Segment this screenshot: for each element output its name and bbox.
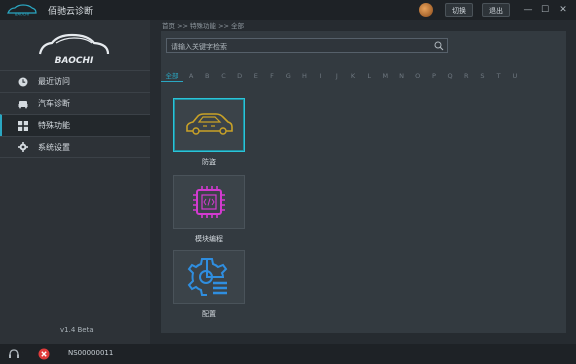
sidebar-item-label: 汽车诊断 <box>38 99 70 108</box>
app-title: 佰驰云诊断 <box>48 7 94 17</box>
breadcrumb: 首页 >> 特殊功能 >> 全部 <box>162 22 245 30</box>
filter-letter[interactable]: E <box>248 72 264 80</box>
filter-all[interactable]: 全部 <box>161 70 183 82</box>
app-logo-icon: BAOCHI <box>7 4 37 17</box>
filter-letter[interactable]: K <box>345 72 361 80</box>
sidebar-item-label: 最近访问 <box>38 77 70 86</box>
filter-letter[interactable]: D <box>232 72 248 80</box>
car-icon <box>186 113 233 135</box>
filter-letter[interactable]: N <box>393 72 409 80</box>
letter-filter-bar: 全部 A B C D E F G H I J K L M N O P Q R S… <box>161 69 566 83</box>
version-label: v1.4 Beta <box>60 326 94 334</box>
filter-letter[interactable]: U <box>507 72 523 80</box>
sidebar-item-special[interactable]: 特殊功能 <box>0 114 150 136</box>
chip-code-icon <box>193 186 225 218</box>
filter-letter[interactable]: T <box>491 72 507 80</box>
filter-letter[interactable]: C <box>215 72 231 80</box>
svg-text:BAOCHI: BAOCHI <box>15 13 29 17</box>
title-bar: BAOCHI 佰驰云诊断 切换 退出 — ☐ ✕ <box>0 0 576 20</box>
switch-button[interactable]: 切换 <box>445 3 473 17</box>
tile-label: 防盗 <box>202 158 216 166</box>
car-icon <box>18 100 28 108</box>
search-icon[interactable] <box>434 41 444 51</box>
headset-icon[interactable] <box>8 348 20 360</box>
tile-module-programming[interactable] <box>173 175 245 229</box>
filter-letter[interactable]: A <box>183 72 199 80</box>
disconnected-icon <box>38 348 50 360</box>
sidebar-item-label: 系统设置 <box>38 142 70 152</box>
device-serial: NS00000011 <box>68 349 114 357</box>
filter-letter[interactable]: M <box>377 72 393 80</box>
gear-settings-icon <box>187 258 228 296</box>
tile-label: 配置 <box>202 310 216 318</box>
filter-letter[interactable]: O <box>410 72 426 80</box>
clock-icon <box>18 77 28 86</box>
filter-letter[interactable]: P <box>426 72 442 80</box>
sidebar-item-settings[interactable]: 系统设置 <box>0 136 150 158</box>
grid-icon <box>18 120 28 131</box>
brand-name: BAOCHI <box>55 56 94 66</box>
gear-icon <box>18 142 28 152</box>
tile-immobilizer[interactable] <box>173 98 245 152</box>
search-input[interactable]: 请输入关键字检索 <box>166 38 448 53</box>
status-bar: NS00000011 <box>0 344 576 364</box>
close-icon[interactable]: ✕ <box>556 3 570 17</box>
filter-letter[interactable]: L <box>361 72 377 80</box>
filter-letter[interactable]: F <box>264 72 280 80</box>
sidebar-item-car-diagnosis[interactable]: 汽车诊断 <box>0 92 150 114</box>
tile-configuration[interactable] <box>173 250 245 304</box>
sidebar: BAOCHI 最近访问 汽车诊断 特殊功能 系统设置 v1.4 Beta <box>0 20 150 344</box>
filter-letter[interactable]: I <box>313 72 329 80</box>
filter-letter[interactable]: H <box>296 72 312 80</box>
quit-button[interactable]: 退出 <box>482 3 510 17</box>
filter-letter[interactable]: R <box>458 72 474 80</box>
user-avatar[interactable] <box>419 3 433 17</box>
filter-letter[interactable]: G <box>280 72 296 80</box>
maximize-icon[interactable]: ☐ <box>538 3 552 17</box>
filter-letter[interactable]: S <box>474 72 490 80</box>
content-panel: 请输入关键字检索 全部 A B C D E F G H I J K L M N … <box>161 31 566 333</box>
filter-letter[interactable]: B <box>199 72 215 80</box>
filter-letter[interactable]: Q <box>442 72 458 80</box>
brand-logo: BAOCHI <box>38 33 110 66</box>
search-placeholder: 请输入关键字检索 <box>171 43 227 51</box>
sidebar-item-recent[interactable]: 最近访问 <box>0 70 150 92</box>
sidebar-item-label: 特殊功能 <box>38 121 70 130</box>
tile-label: 模块编程 <box>195 235 223 243</box>
filter-letter[interactable]: J <box>329 72 345 80</box>
minimize-icon[interactable]: — <box>521 3 535 17</box>
